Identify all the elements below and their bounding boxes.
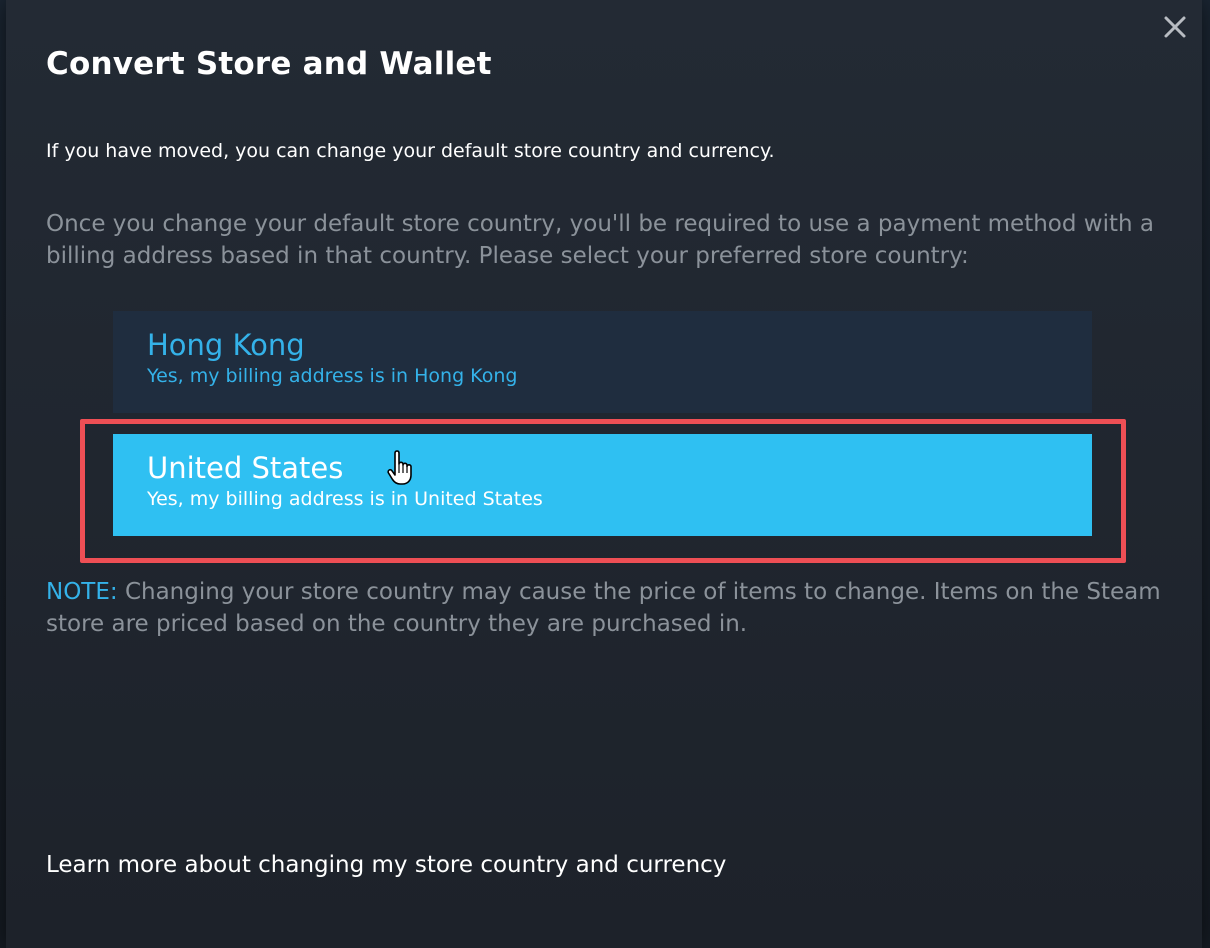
hand-pointer-icon: [386, 450, 414, 486]
close-icon: [1164, 16, 1186, 38]
note-body: Changing your store country may cause th…: [46, 579, 1161, 637]
country-option-name: Hong Kong: [147, 328, 305, 362]
learn-more-link[interactable]: Learn more about changing my store count…: [46, 852, 726, 878]
country-option-subtitle: Yes, my billing address is in United Sta…: [147, 488, 543, 510]
country-option-hong-kong[interactable]: Hong Kong Yes, my billing address is in …: [113, 311, 1092, 413]
dialog-title: Convert Store and Wallet: [46, 46, 492, 82]
close-button[interactable]: [1160, 12, 1190, 42]
convert-store-dialog: Convert Store and Wallet If you have mov…: [6, 0, 1202, 948]
country-option-united-states[interactable]: United States Yes, my billing address is…: [113, 434, 1092, 536]
intro-text: If you have moved, you can change your d…: [46, 140, 775, 162]
country-option-subtitle: Yes, my billing address is in Hong Kong: [147, 365, 518, 387]
note-label: NOTE:: [46, 579, 118, 605]
note-text: NOTE: Changing your store country may ca…: [46, 576, 1176, 640]
explanation-text: Once you change your default store count…: [46, 211, 1154, 269]
country-option-name: United States: [147, 451, 344, 485]
